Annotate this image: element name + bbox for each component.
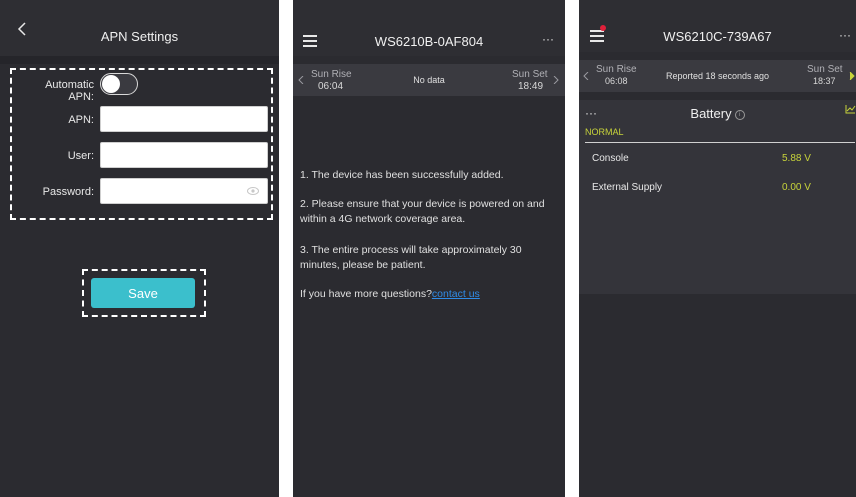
- battery-title-text: Battery: [690, 106, 732, 121]
- device-header: WS6210B-0AF804 ···: [293, 0, 565, 56]
- user-input[interactable]: [100, 142, 268, 168]
- sun-info-bar: Sun Rise 06:08 Reported 18 seconds ago S…: [579, 60, 856, 92]
- message-3: 3. The entire process will take approxim…: [300, 244, 522, 271]
- external-supply-label: External Supply: [592, 182, 663, 193]
- contact-us-link[interactable]: contact us: [432, 288, 480, 300]
- more-icon[interactable]: ···: [839, 28, 851, 42]
- password-input[interactable]: [100, 178, 268, 204]
- sun-info-bar: Sun Rise 06:04 No data Sun Set 18:49: [293, 64, 565, 96]
- battery-screen: WS6210C-739A67 ··· Sun Rise 06:08 Report…: [579, 0, 856, 497]
- chevron-right-icon[interactable]: [553, 76, 559, 84]
- device-title: WS6210C-739A67: [663, 29, 772, 44]
- device-added-screen: WS6210B-0AF804 ··· Sun Rise 06:04 No dat…: [293, 0, 565, 497]
- toggle-knob: [102, 75, 120, 93]
- questions-line: If you have more questions?contact us: [300, 287, 558, 302]
- sunset-time: 18:37: [813, 76, 836, 86]
- page-title: APN Settings: [100, 29, 179, 44]
- show-password-icon[interactable]: [247, 186, 259, 196]
- chevron-right-icon[interactable]: [849, 72, 855, 80]
- user-label: User:: [67, 150, 94, 162]
- questions-text: If you have more questions?: [300, 288, 432, 300]
- battery-header: WS6210C-739A67 ···: [579, 0, 856, 52]
- automatic-apn-label: Automatic APN:: [45, 79, 94, 103]
- message-1: 1. The device has been successfully adde…: [300, 169, 504, 181]
- chart-icon[interactable]: [845, 104, 856, 114]
- message-2: 2. Please ensure that your device is pow…: [300, 198, 545, 225]
- battery-status-label: NORMAL: [585, 127, 624, 137]
- header-divider: [0, 56, 279, 64]
- apn-input[interactable]: [100, 106, 268, 132]
- save-button[interactable]: Save: [91, 278, 195, 308]
- apn-settings-screen: APN Settings Automatic APN: APN: User: P…: [0, 0, 279, 497]
- status-divider: [585, 142, 855, 143]
- sunset-label: Sun Set: [512, 69, 548, 80]
- more-icon[interactable]: ···: [542, 32, 554, 46]
- battery-title: Battery i: [579, 106, 856, 121]
- device-title: WS6210B-0AF804: [374, 34, 484, 49]
- apn-label: APN:: [68, 114, 94, 126]
- automatic-apn-toggle[interactable]: [100, 73, 138, 95]
- sunset-time: 18:49: [518, 81, 544, 92]
- password-label: Password:: [42, 186, 94, 198]
- console-value: 5.88 V: [782, 153, 811, 164]
- apn-header: APN Settings: [0, 0, 279, 56]
- external-supply-value: 0.00 V: [782, 182, 811, 193]
- console-label: Console: [592, 153, 629, 164]
- sunset-label: Sun Set: [807, 64, 843, 75]
- info-icon[interactable]: i: [734, 109, 745, 120]
